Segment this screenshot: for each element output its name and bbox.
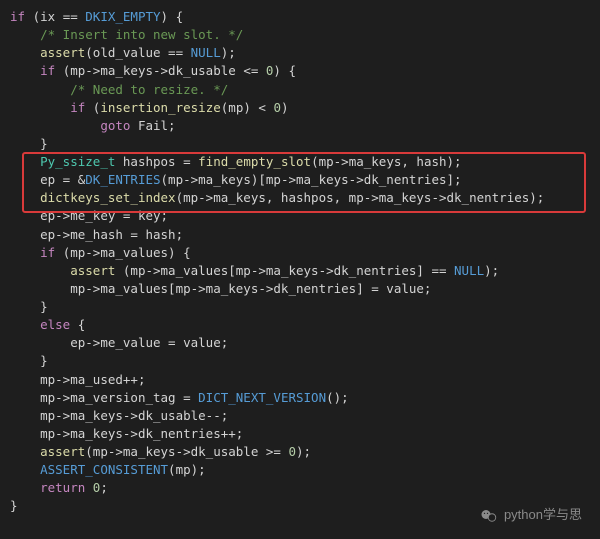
txt: } (40, 136, 48, 151)
txt: ); (296, 444, 311, 459)
watermark-text: python学与思 (504, 506, 582, 525)
txt: (mp->ma_keys, hashpos, mp->ma_keys->dk_n… (176, 190, 545, 205)
txt: } (40, 353, 48, 368)
num: 0 (288, 444, 296, 459)
txt: ); (221, 45, 236, 60)
type: Py_ssize_t (40, 154, 115, 169)
txt: ) { (161, 9, 184, 24)
fn: assert (70, 263, 115, 278)
txt: ) { (273, 63, 296, 78)
null: NULL (454, 263, 484, 278)
txt: (mp->ma_keys, hash); (311, 154, 462, 169)
fn: insertion_resize (100, 100, 220, 115)
watermark: python学与思 (480, 506, 582, 525)
txt: Fail; (130, 118, 175, 133)
txt: (); (326, 390, 349, 405)
kw: goto (100, 118, 130, 133)
kw: if (40, 245, 55, 260)
txt: hashpos = (115, 154, 198, 169)
txt: mp->ma_keys->dk_nentries++; (40, 426, 243, 441)
txt: } (40, 299, 48, 314)
macro: ASSERT_CONSISTENT (40, 462, 168, 477)
fn: assert (40, 45, 85, 60)
null: NULL (191, 45, 221, 60)
kw: else (40, 317, 70, 332)
macro: DICT_NEXT_VERSION (198, 390, 326, 405)
comment: /* Need to resize. */ (70, 82, 228, 97)
kw: return (40, 480, 85, 495)
txt: (mp->ma_keys->dk_usable <= (55, 63, 266, 78)
txt: mp->ma_values[mp->ma_keys->dk_nentries] … (70, 281, 431, 296)
txt: ep->me_value = value; (70, 335, 228, 350)
txt: ep->me_key = key; (40, 208, 168, 223)
txt: } (10, 498, 18, 513)
txt: (mp->ma_keys)[mp->ma_keys->dk_nentries]; (161, 172, 462, 187)
txt: { (70, 317, 85, 332)
txt: ( (85, 100, 100, 115)
txt: mp->ma_used++; (40, 372, 145, 387)
fn: assert (40, 444, 85, 459)
txt: (mp); (168, 462, 206, 477)
txt: ; (100, 480, 108, 495)
macro: DK_ENTRIES (85, 172, 160, 187)
txt: (ix == (25, 9, 85, 24)
fn: find_empty_slot (198, 154, 311, 169)
code-block: if (ix == DKIX_EMPTY) { /* Insert into n… (0, 0, 600, 524)
txt: mp->ma_version_tag = (40, 390, 198, 405)
fn: dictkeys_set_index (40, 190, 175, 205)
wechat-icon (480, 507, 498, 525)
kw: if (40, 63, 55, 78)
txt: (old_value == (85, 45, 190, 60)
kw: if (70, 100, 85, 115)
txt: ep->me_hash = hash; (40, 227, 183, 242)
const: DKIX_EMPTY (85, 9, 160, 24)
txt: (mp->ma_values[mp->ma_keys->dk_nentries]… (115, 263, 454, 278)
txt: ep = & (40, 172, 85, 187)
num: 0 (273, 100, 281, 115)
txt: (mp->ma_values) { (55, 245, 190, 260)
txt: ); (484, 263, 499, 278)
txt: (mp) < (221, 100, 274, 115)
txt (85, 480, 93, 495)
comment: /* Insert into new slot. */ (40, 27, 243, 42)
txt: mp->ma_keys->dk_usable--; (40, 408, 228, 423)
kw: if (10, 9, 25, 24)
txt: (mp->ma_keys->dk_usable >= (85, 444, 288, 459)
txt: ) (281, 100, 289, 115)
